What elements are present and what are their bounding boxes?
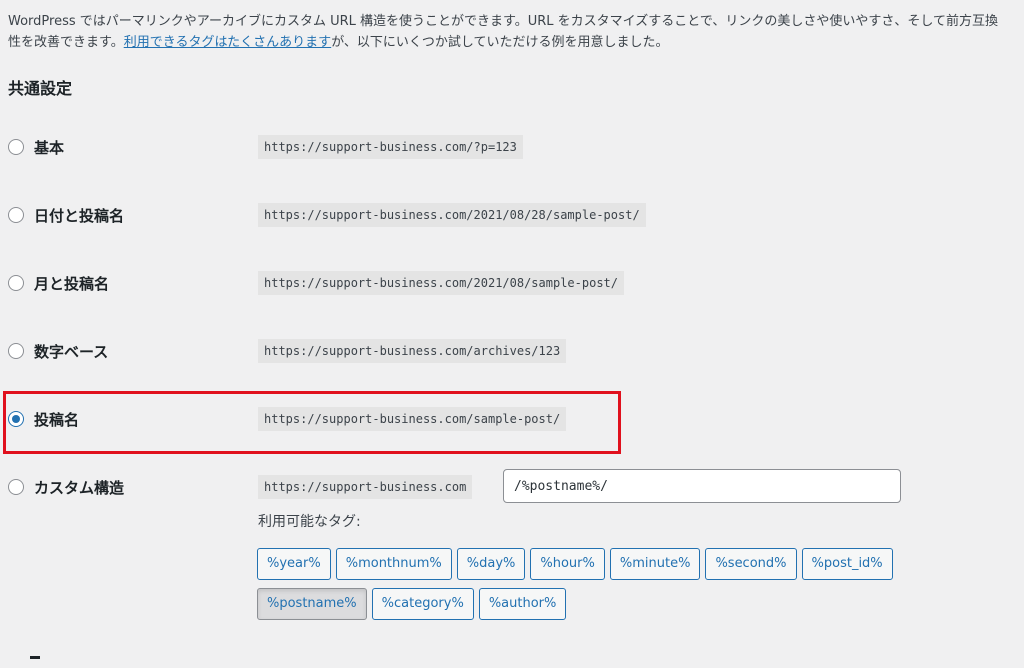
radio-basic[interactable]	[8, 139, 24, 155]
example-url-basic: https://support-business.com/?p=123	[258, 135, 523, 159]
option-label-custom: カスタム構造	[34, 479, 125, 497]
option-label-month-postname: 月と投稿名	[34, 275, 110, 293]
tag-button-category[interactable]: %category%	[371, 588, 474, 620]
radio-numeric[interactable]	[8, 343, 24, 359]
tag-button-hour[interactable]: %hour%	[530, 548, 605, 580]
custom-structure-base: https://support-business.com	[258, 475, 473, 499]
tag-button-day[interactable]: %day%	[456, 548, 526, 580]
option-label-numeric: 数字ベース	[34, 343, 109, 361]
intro-text: WordPress ではパーマリンクやアーカイブにカスタム URL 構造を使うこ…	[8, 11, 1008, 53]
tag-button-second[interactable]: %second%	[705, 548, 797, 580]
option-row-basic[interactable]: 基本 https://support-business.com/?p=123	[0, 133, 1024, 163]
example-url-date-postname: https://support-business.com/2021/08/28/…	[258, 203, 646, 227]
available-tags-link[interactable]: 利用できるタグはたくさんあります	[124, 35, 331, 50]
radio-month-postname[interactable]	[8, 275, 24, 291]
section-title: 共通設定	[8, 79, 73, 98]
option-row-date-postname[interactable]: 日付と投稿名 https://support-business.com/2021…	[0, 201, 1024, 231]
selection-highlight-box	[3, 391, 621, 454]
available-tags-label: 利用可能なタグ:	[258, 514, 361, 530]
tag-button-postname[interactable]: %postname%	[257, 588, 367, 620]
tag-button-minute[interactable]: %minute%	[609, 548, 701, 580]
example-url-numeric: https://support-business.com/archives/12…	[258, 339, 567, 363]
radio-custom[interactable]	[8, 479, 24, 495]
custom-structure-input[interactable]	[503, 469, 901, 503]
tag-buttons-row-2: %postname% %category% %author%	[257, 588, 567, 620]
tag-button-monthnum[interactable]: %monthnum%	[335, 548, 452, 580]
example-url-month-postname: https://support-business.com/2021/08/sam…	[258, 271, 625, 295]
option-label-date-postname: 日付と投稿名	[34, 207, 125, 225]
tag-button-year[interactable]: %year%	[257, 548, 331, 580]
tag-button-author[interactable]: %author%	[478, 588, 567, 620]
option-row-numeric[interactable]: 数字ベース https://support-business.com/archi…	[0, 337, 1024, 367]
radio-date-postname[interactable]	[8, 207, 24, 223]
option-label-basic: 基本	[34, 139, 65, 157]
cut-off-heading-fragment	[30, 656, 40, 659]
intro-text-after: が、以下にいくつか試していただける例を用意しました。	[331, 35, 669, 50]
option-row-month-postname[interactable]: 月と投稿名 https://support-business.com/2021/…	[0, 269, 1024, 299]
tag-buttons-row-1: %year% %monthnum% %day% %hour% %minute% …	[257, 548, 893, 580]
tag-button-post-id[interactable]: %post_id%	[801, 548, 893, 580]
